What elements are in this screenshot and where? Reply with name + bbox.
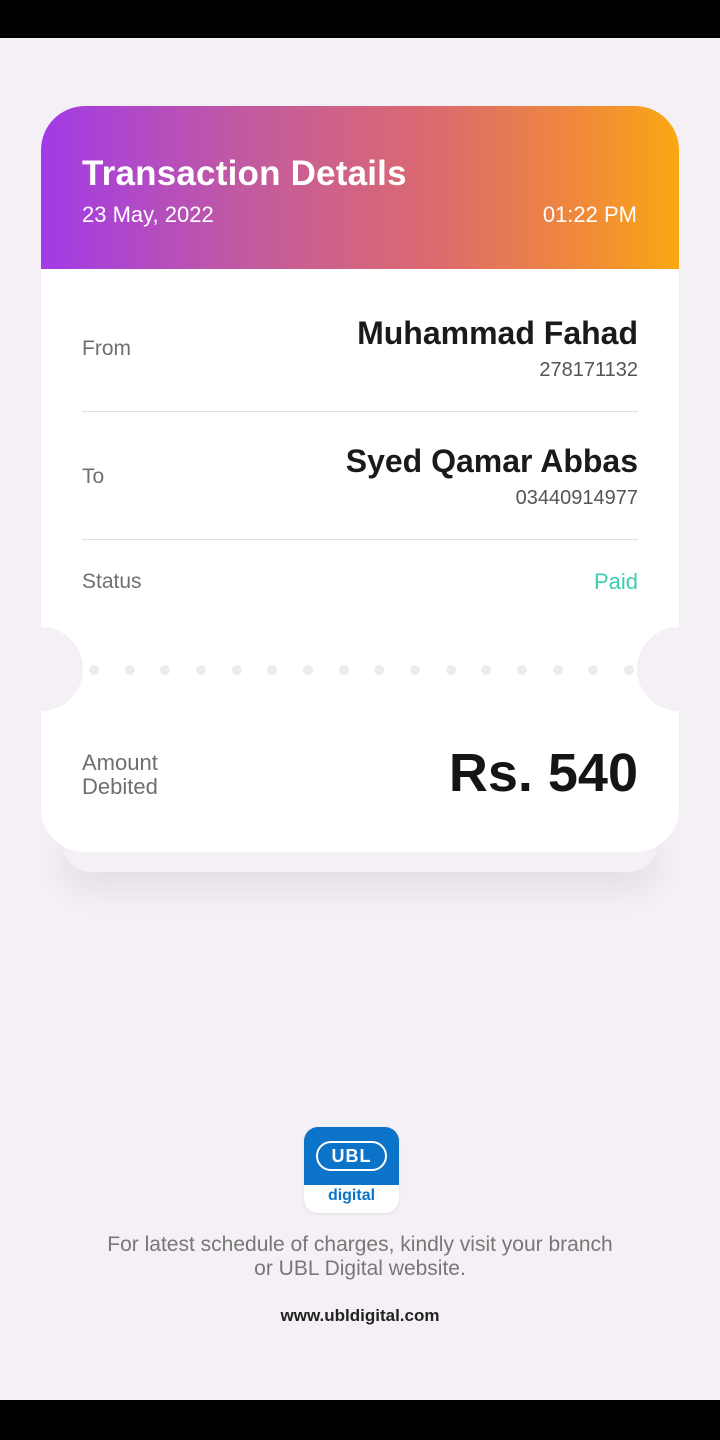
perforation-dot	[552, 665, 563, 675]
ubl-digital-logo: UBL digital	[304, 1127, 399, 1213]
transaction-time: 01:22 PM	[542, 202, 637, 227]
amount-label-line1: Amount	[82, 750, 158, 775]
transaction-card: Transaction Details 23 May, 2022 01:22 P…	[41, 106, 679, 852]
page-title: Transaction Details	[82, 154, 407, 193]
logo-top: UBL	[304, 1127, 399, 1185]
perforation-dot	[195, 665, 206, 675]
perforation-dot	[409, 665, 420, 675]
perforation-dot	[481, 665, 492, 675]
amount-label-line2: Debited	[82, 774, 158, 799]
to-name: Syed Qamar Abbas	[345, 443, 638, 479]
perforation-dot	[89, 665, 99, 675]
divider	[82, 411, 638, 412]
footer-note-line2: or UBL Digital website.	[254, 1257, 466, 1280]
perforation-dots	[89, 665, 634, 675]
from-name: Muhammad Fahad	[357, 315, 638, 351]
perforation-dot	[231, 665, 242, 675]
perforation-dot	[588, 665, 599, 675]
navigation-bar	[0, 1400, 720, 1440]
card-header: Transaction Details 23 May, 2022 01:22 P…	[41, 106, 679, 269]
amount-label: Amount Debited	[82, 751, 158, 799]
to-account: 03440914977	[515, 487, 638, 509]
ticket-notch-right	[637, 627, 679, 711]
status-badge: Paid	[593, 569, 638, 594]
perforation-dot	[124, 665, 135, 675]
ticket-notch-left	[41, 627, 83, 711]
to-label: To	[82, 465, 105, 488]
divider	[82, 539, 638, 540]
transaction-date: 23 May, 2022	[82, 202, 214, 227]
perforation-dot	[623, 665, 634, 675]
website-link[interactable]: www.ubldigital.com	[0, 1306, 720, 1326]
status-label: Status	[82, 570, 142, 593]
perforation-dot	[516, 665, 527, 675]
logo-brand: UBL	[316, 1141, 387, 1171]
footer-note: For latest schedule of charges, kindly v…	[40, 1233, 680, 1281]
perforation-dot	[160, 665, 171, 675]
from-label: From	[82, 337, 131, 360]
perforation-dot	[302, 665, 313, 675]
logo-sub: digital	[327, 1187, 376, 1204]
perforation-dot	[338, 665, 349, 675]
status-bar	[0, 0, 720, 38]
perforation-dot	[267, 665, 278, 675]
perforation-dot	[374, 665, 385, 675]
amount-value: Rs. 540	[448, 743, 638, 803]
footer-note-line1: For latest schedule of charges, kindly v…	[107, 1233, 613, 1256]
perforation-dot	[445, 665, 456, 675]
from-account: 278171132	[539, 359, 638, 381]
